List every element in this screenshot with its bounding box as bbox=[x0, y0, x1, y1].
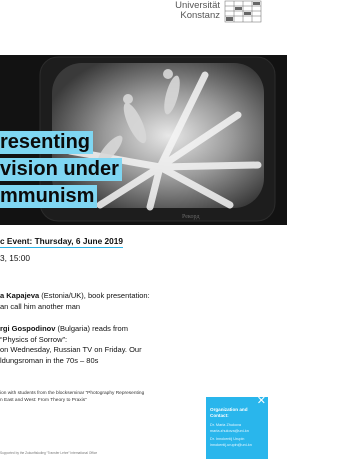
title-line-1: resenting bbox=[0, 131, 94, 154]
email-link[interactable]: maria.zhukova@uni-kn bbox=[210, 429, 252, 435]
footnote: ion with students from the blockseminar … bbox=[0, 391, 145, 403]
title-line-3: mmunism bbox=[0, 185, 98, 208]
program-item: a Kapajeva (Estonia/UK), book presentati… bbox=[0, 291, 150, 311]
program-item: rgi Gospodinov (Bulgaria) reads from “Ph… bbox=[0, 324, 142, 365]
close-icon[interactable]: ✕ bbox=[257, 396, 266, 407]
event-heading: c Event: Thursday, 6 June 2019 bbox=[0, 236, 123, 248]
org-box-title: Organization and Contact: bbox=[210, 407, 248, 419]
university-logo bbox=[224, 0, 262, 23]
event-time: 3, 15:00 bbox=[0, 253, 30, 263]
org-box-contacts: Dr. Maria Zhukova maria.zhukova@uni-kn D… bbox=[210, 423, 252, 449]
tv-brand-mark: Рекорд bbox=[182, 214, 200, 220]
university-name: Universität Konstanz bbox=[175, 0, 220, 21]
speaker-name: a Kapajeva bbox=[0, 291, 40, 300]
title-line-2: vision under bbox=[0, 158, 122, 181]
support-text: Supported by the Zukunftskolleg “Transfe… bbox=[0, 451, 98, 455]
speaker-name: rgi Gospodinov bbox=[0, 324, 56, 333]
email-link[interactable]: innokentij.urupin@uni-kn bbox=[210, 443, 252, 449]
organization-contact-box: ✕ Organization and Contact: Dr. Maria Zh… bbox=[206, 396, 268, 459]
